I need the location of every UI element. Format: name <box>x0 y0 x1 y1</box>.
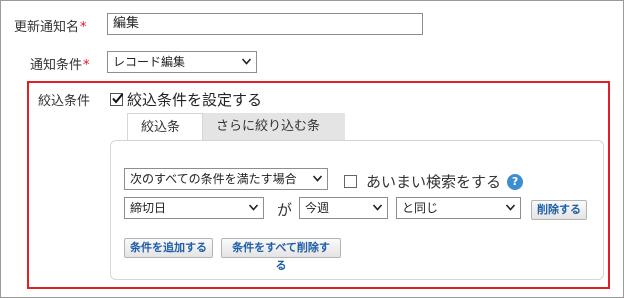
fuzzy-search-label: あいまい検索をする <box>366 173 502 191</box>
delete-all-conditions-button[interactable]: 条件をすべて削除する <box>221 238 341 272</box>
condition-ga-text: が <box>277 201 293 219</box>
notification-condition-value: レコード編集 <box>113 55 186 69</box>
notification-name-label-text: 更新通知名 <box>14 20 80 35</box>
chevron-down-icon <box>506 204 515 211</box>
required-mark: * <box>83 58 90 73</box>
condition-value-select[interactable]: 今週 <box>299 197 388 219</box>
set-filter-checkbox-label: 絞込条件を設定する <box>127 91 263 109</box>
add-condition-button[interactable]: 条件を追加する <box>124 238 213 258</box>
condition-operator-select[interactable]: と同じ <box>396 197 521 219</box>
notification-name-input[interactable]: 編集 <box>107 13 423 35</box>
fuzzy-search-checkbox-row[interactable]: あいまい検索をする ? <box>344 171 524 192</box>
chevron-down-icon <box>242 58 251 65</box>
condition-field-select[interactable]: 締切日 <box>124 197 264 219</box>
chevron-down-icon <box>373 204 382 211</box>
fuzzy-search-checkbox[interactable] <box>344 175 357 188</box>
set-filter-checkbox[interactable] <box>110 93 124 106</box>
set-filter-checkbox-row[interactable]: 絞込条件を設定する <box>110 89 262 110</box>
delete-condition-button[interactable]: 削除する <box>531 200 587 220</box>
notification-name-label: 更新通知名* <box>14 16 87 35</box>
condition-value: 今週 <box>305 201 330 215</box>
condition-field-value: 締切日 <box>130 201 167 215</box>
match-condition-select[interactable]: 次のすべての条件を満たす場合 <box>124 168 328 190</box>
notification-condition-select[interactable]: レコード編集 <box>107 51 257 73</box>
condition-operator-value: と同じ <box>402 201 439 215</box>
help-icon[interactable]: ? <box>507 173 524 190</box>
notification-condition-label: 通知条件* <box>30 54 90 73</box>
chevron-down-icon <box>313 175 322 182</box>
checkmark-icon <box>112 93 124 104</box>
notification-condition-label-text: 通知条件 <box>30 58 83 73</box>
tab-filter-conditions[interactable]: 絞込条件 <box>127 113 203 162</box>
chevron-down-icon <box>249 204 258 211</box>
required-mark: * <box>80 20 87 35</box>
tab-further-filter-conditions[interactable]: さらに絞り込む条件 <box>203 113 345 161</box>
match-condition-value: 次のすべての条件を満たす場合 <box>130 172 297 186</box>
filter-label: 絞込条件 <box>38 94 91 109</box>
